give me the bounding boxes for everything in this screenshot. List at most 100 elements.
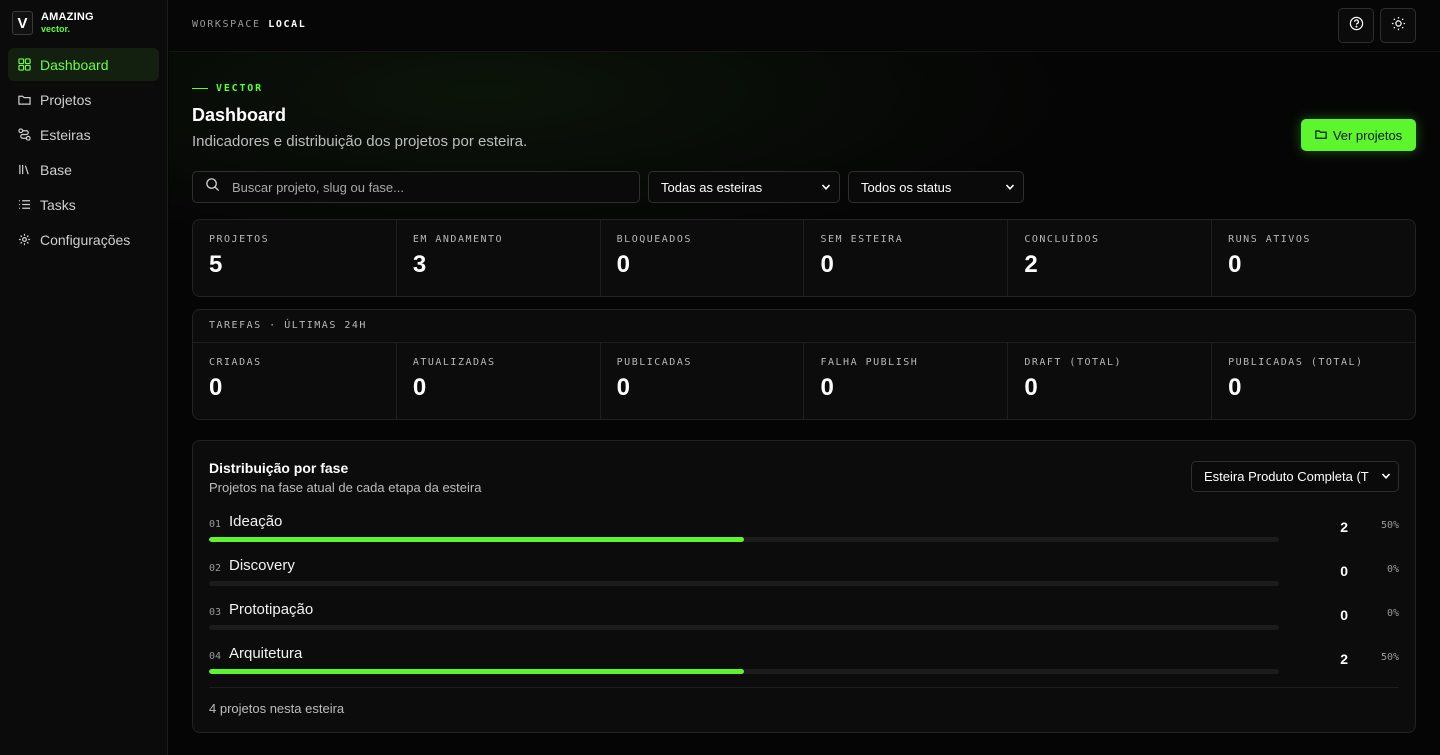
stat-value: 0: [616, 374, 631, 401]
stat-label: PUBLICADAS: [616, 357, 692, 368]
phase-progress-track: [209, 625, 1279, 630]
phase-name: Discovery: [229, 557, 295, 574]
page-title: Dashboard: [192, 105, 287, 125]
tasks-stats-card: TAREFAS · ÚLTIMAS 24H CRIADAS 0 ATUALIZA…: [192, 309, 1416, 420]
stat-projetos: PROJETOS 5: [193, 220, 397, 296]
workspace-label: WORKSPACE: [192, 19, 261, 30]
sidebar-item-label: Configurações: [40, 231, 131, 248]
brand-logo: V: [12, 11, 33, 35]
stat-em-andamento: EM ANDAMENTO 3: [397, 220, 601, 296]
chevron-down-icon: [821, 180, 831, 195]
phase-row: 04 Arquitetura 2 50%: [209, 645, 1399, 685]
phase-number: 01: [209, 519, 222, 530]
stat-value: 3: [412, 251, 427, 278]
phase-name: Ideação: [229, 513, 283, 530]
gear-icon: [18, 233, 31, 246]
stat-falha-publish: FALHA PUBLISH 0: [804, 343, 1009, 419]
sidebar-item-dashboard[interactable]: Dashboard: [8, 48, 159, 81]
stat-label: PROJETOS: [209, 234, 270, 245]
route-icon: [18, 128, 31, 141]
stat-value: 0: [1228, 374, 1242, 401]
eyebrow-label: VECTOR: [216, 83, 263, 94]
phase-percent: 0%: [1386, 608, 1399, 619]
phase-progress-track: [209, 537, 1279, 542]
phase-progress-track: [209, 669, 1279, 674]
sidebar-item-label: Dashboard: [40, 56, 109, 73]
sun-icon: [1391, 16, 1406, 36]
phase-progress-track: [209, 581, 1279, 586]
phase-name: Prototipação: [229, 601, 314, 618]
phase-number: 04: [209, 651, 222, 662]
status-filter-select[interactable]: Todos os status: [848, 171, 1024, 203]
sidebar-item-label: Projetos: [40, 91, 92, 108]
pipeline-select[interactable]: Esteira Produto Completa (T: [1191, 461, 1399, 492]
stat-atualizadas: ATUALIZADAS 0: [397, 343, 601, 419]
list-icon: [18, 198, 31, 211]
phase-number: 03: [209, 607, 222, 618]
stat-value: 0: [616, 251, 631, 278]
distribution-title: Distribuição por fase: [209, 460, 349, 476]
grid-icon: [18, 58, 31, 71]
view-projects-button[interactable]: Ver projetos: [1301, 119, 1416, 151]
workspace-value: LOCAL: [268, 19, 307, 30]
pipeline-filter-select[interactable]: Todas as esteiras: [648, 171, 840, 203]
search-box[interactable]: [192, 171, 640, 203]
stat-runs-ativos: RUNS ATIVOS 0: [1212, 220, 1415, 296]
brand-sub: vector.: [41, 24, 71, 34]
sidebar-item-label: Tasks: [40, 196, 76, 213]
stat-value: 5: [209, 251, 223, 278]
stat-sem-esteira: SEM ESTEIRA 0: [804, 220, 1009, 296]
sidebar: V AMAZING vector. Dashboard Projetos Est…: [0, 0, 168, 755]
sidebar-item-esteiras[interactable]: Esteiras: [8, 118, 159, 151]
sidebar-item-tasks[interactable]: Tasks: [8, 188, 159, 221]
phase-progress-fill: [209, 669, 744, 674]
distribution-footer: 4 projetos nesta esteira: [209, 701, 345, 716]
page-subtitle: Indicadores e distribuição dos projetos …: [192, 133, 528, 150]
chevron-down-icon: [1381, 469, 1391, 484]
search-input[interactable]: [232, 179, 612, 195]
stat-value: 0: [1024, 374, 1038, 401]
phase-name: Arquitetura: [229, 645, 303, 662]
library-icon: [18, 163, 31, 176]
stat-label: DRAFT (TOTAL): [1024, 357, 1123, 368]
stat-label: CONCLUÍDOS: [1024, 234, 1100, 245]
stat-bloqueados: BLOQUEADOS 0: [601, 220, 805, 296]
stat-value: 0: [412, 374, 427, 401]
phase-count: 0: [1340, 607, 1348, 623]
stat-label: ATUALIZADAS: [412, 357, 496, 368]
stat-label: CRIADAS: [209, 357, 262, 368]
help-button[interactable]: [1338, 8, 1374, 43]
stat-draft-total: DRAFT (TOTAL) 0: [1008, 343, 1213, 419]
project-stats-card: PROJETOS 5 EM ANDAMENTO 3 BLOQUEADOS 0 S…: [192, 219, 1416, 297]
phase-percent: 50%: [1380, 652, 1399, 663]
phase-progress-fill: [209, 537, 744, 542]
stat-label: BLOQUEADOS: [616, 234, 692, 245]
brand[interactable]: V AMAZING vector.: [12, 11, 94, 35]
search-icon: [205, 177, 220, 197]
sidebar-item-projetos[interactable]: Projetos: [8, 83, 159, 116]
phase-row: 03 Prototipação 0 0%: [209, 601, 1399, 641]
sidebar-item-label: Esteiras: [40, 126, 91, 143]
workspace-indicator: WORKSPACE LOCAL: [192, 19, 306, 30]
chevron-down-icon: [1005, 180, 1015, 195]
help-icon: [1349, 16, 1364, 36]
stat-value: 0: [209, 374, 223, 401]
stat-label: PUBLICADAS (TOTAL): [1228, 357, 1364, 368]
stat-value: 0: [820, 374, 834, 401]
phase-percent: 0%: [1386, 564, 1399, 575]
sidebar-item-configuracoes[interactable]: Configurações: [8, 223, 159, 256]
stat-value: 0: [1228, 251, 1242, 278]
stat-label: SEM ESTEIRA: [820, 234, 904, 245]
stat-label: EM ANDAMENTO: [412, 234, 504, 245]
folder-icon: [1315, 128, 1327, 143]
distribution-subtitle: Projetos na fase atual de cada etapa da …: [209, 480, 482, 495]
theme-toggle-button[interactable]: [1380, 8, 1416, 43]
stat-concluidos: CONCLUÍDOS 2: [1008, 220, 1213, 296]
sidebar-item-label: Base: [40, 161, 72, 178]
stat-publicadas: PUBLICADAS 0: [601, 343, 805, 419]
sidebar-item-base[interactable]: Base: [8, 153, 159, 186]
stat-publicadas-total: PUBLICADAS (TOTAL) 0: [1212, 343, 1415, 419]
phase-row: 02 Discovery 0 0%: [209, 557, 1399, 597]
pipeline-select-value: Esteira Produto Completa (T: [1204, 469, 1369, 484]
phase-distribution-card: Distribuição por fase Projetos na fase a…: [192, 440, 1416, 733]
